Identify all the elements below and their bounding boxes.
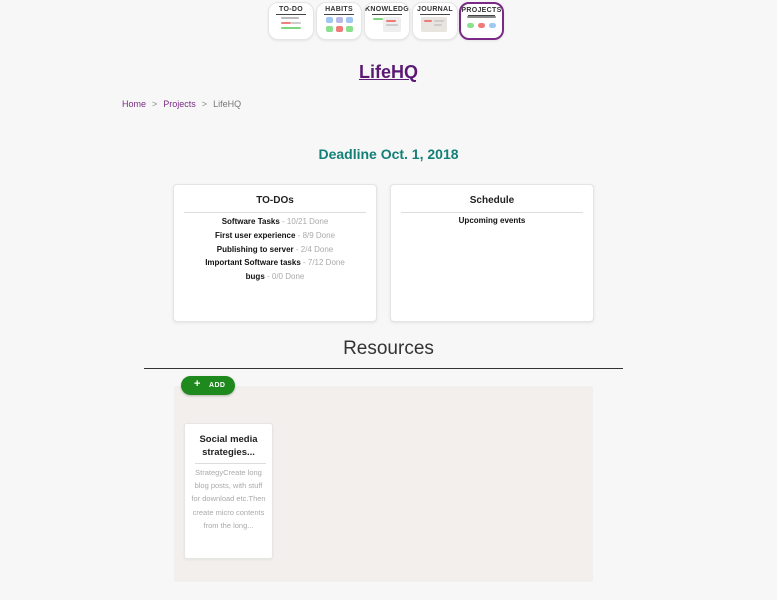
- resource-card-description: StrategyCreate long blog posts, with stu…: [191, 468, 266, 530]
- top-nav: TO-DO HABITS KNOWLEDGE JOURNAL PROJECTS: [0, 2, 777, 40]
- projects-icon: [461, 16, 502, 38]
- breadcrumb-projects[interactable]: Projects: [163, 99, 196, 109]
- schedule-card-title: Schedule: [469, 195, 515, 206]
- habits-icon: [317, 17, 361, 37]
- upcoming-events-label: Upcoming events: [458, 216, 526, 225]
- resource-card-title: Social media strategies...: [199, 434, 258, 458]
- add-resource-button[interactable]: + ADD: [181, 376, 235, 395]
- resources-divider: [144, 368, 623, 369]
- todo-item[interactable]: Software Tasks - 10/21 Done: [174, 215, 376, 229]
- breadcrumb: Home > Projects > LifeHQ: [122, 99, 241, 109]
- breadcrumb-current: LifeHQ: [213, 99, 242, 109]
- breadcrumb-home[interactable]: Home: [122, 99, 146, 109]
- deadline-text: Deadline Oct. 1, 2018: [318, 146, 459, 162]
- nav-label: JOURNAL: [417, 6, 453, 13]
- todo-item[interactable]: bugs - 0/0 Done: [174, 270, 376, 284]
- add-label: ADD: [209, 382, 226, 389]
- knowledge-icon: [365, 17, 409, 37]
- nav-label: HABITS: [325, 6, 353, 13]
- breadcrumb-separator: >: [152, 99, 158, 109]
- resources-title: Resources: [343, 338, 434, 359]
- schedule-card: Schedule Upcoming events: [390, 184, 594, 322]
- nav-habits[interactable]: HABITS: [316, 2, 362, 40]
- todo-item[interactable]: Publishing to server - 2/4 Done: [174, 243, 376, 257]
- nav-journal[interactable]: JOURNAL: [412, 2, 458, 40]
- nav-label: PROJECTS: [461, 7, 502, 14]
- todo-item[interactable]: Important Software tasks - 7/12 Done: [174, 256, 376, 270]
- todo-list: Software Tasks - 10/21 Done First user e…: [174, 215, 376, 284]
- breadcrumb-separator: >: [201, 99, 208, 109]
- todo-item[interactable]: First user experience - 8/9 Done: [174, 229, 376, 243]
- nav-label: KNOWLEDGE: [365, 6, 410, 13]
- nav-projects[interactable]: PROJECTS: [459, 2, 504, 40]
- nav-todo[interactable]: TO-DO: [268, 2, 314, 40]
- todos-card: TO-DOs Software Tasks - 10/21 Done First…: [173, 184, 377, 322]
- nav-label: TO-DO: [279, 6, 303, 13]
- plus-icon: +: [194, 378, 201, 390]
- journal-icon: [413, 17, 457, 37]
- resource-card[interactable]: Social media strategies... StrategyCreat…: [184, 423, 273, 559]
- nav-knowledge[interactable]: KNOWLEDGE: [364, 2, 410, 40]
- todos-card-title: TO-DOs: [256, 195, 294, 206]
- todo-icon: [269, 17, 313, 37]
- page-title[interactable]: LifeHQ: [0, 62, 777, 83]
